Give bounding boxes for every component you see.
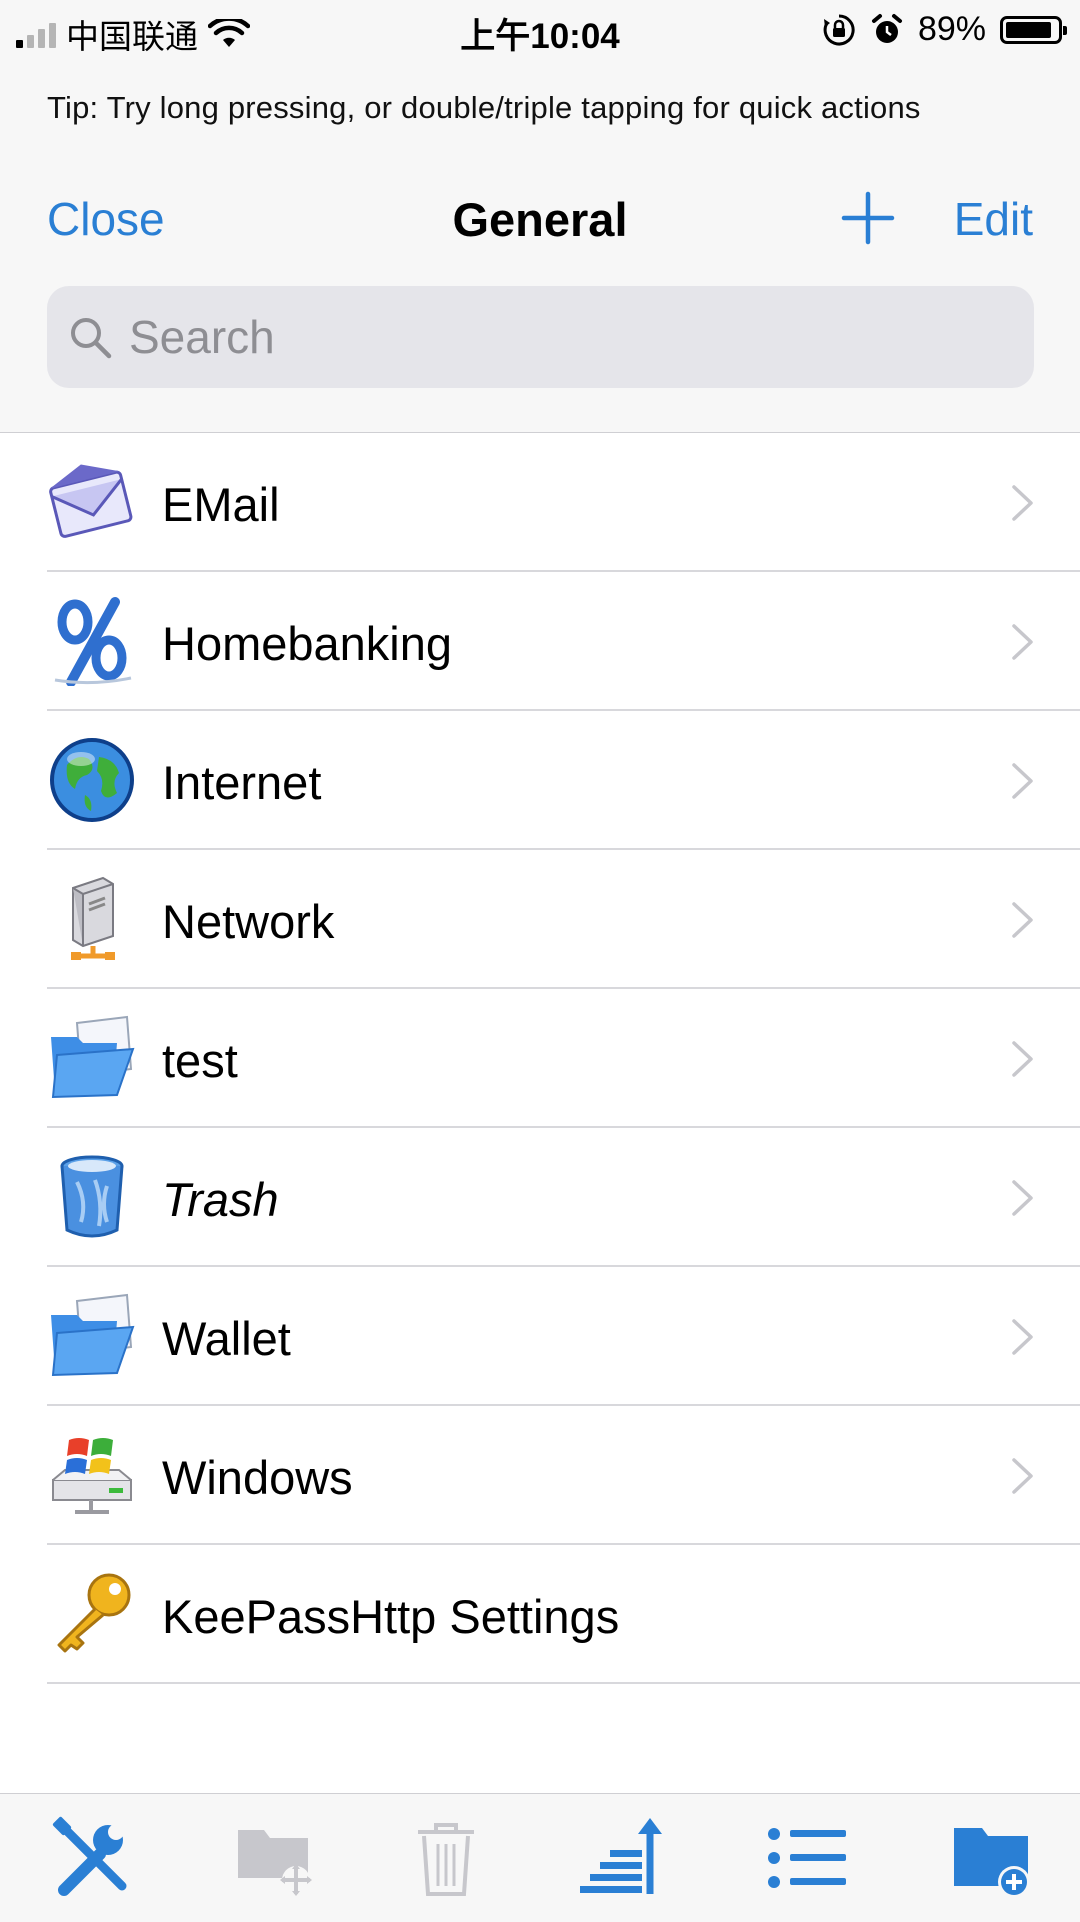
server-icon: [47, 874, 137, 964]
folder-icon: [47, 1291, 137, 1381]
chevron-right-icon: [1010, 1456, 1036, 1496]
search-bar[interactable]: [47, 286, 1034, 388]
chevron-right-icon: [1010, 900, 1036, 940]
list-item[interactable]: Network: [0, 850, 1080, 989]
list-item[interactable]: Homebanking: [0, 572, 1080, 711]
navigation-header: 中国联通 上午10:04 89% Tip: Try long pressing,…: [0, 0, 1080, 433]
trash-icon: [418, 1823, 474, 1896]
list-item[interactable]: Windows: [0, 1406, 1080, 1545]
battery-icon: [1000, 15, 1067, 44]
list-item-label: Wallet: [162, 1312, 291, 1365]
battery-percent: 89%: [917, 10, 986, 48]
move-folder-icon: [238, 1830, 312, 1896]
list-item-label: Trash: [162, 1173, 279, 1226]
sort-icon[interactable]: [578, 1816, 662, 1900]
list-item[interactable]: Wallet: [0, 1267, 1080, 1406]
list-item-label: test: [162, 1034, 238, 1087]
trash-bin-icon: [47, 1152, 137, 1242]
status-bar: 中国联通 上午10:04 89%: [0, 0, 1080, 60]
list-item[interactable]: Internet: [0, 711, 1080, 850]
battery-level: [1006, 21, 1051, 38]
folder-icon: [47, 1013, 137, 1103]
new-folder-icon[interactable]: [950, 1816, 1034, 1900]
plus-icon[interactable]: [840, 190, 896, 246]
rotation-lock-icon: [823, 13, 855, 45]
tools-icon[interactable]: [48, 1816, 132, 1900]
page-title: General: [452, 193, 628, 246]
globe-icon: [47, 735, 137, 825]
alarm-icon: [871, 13, 902, 43]
key-icon: [47, 1569, 137, 1659]
search-input[interactable]: [129, 286, 1009, 388]
status-right: 89%: [822, 10, 1067, 49]
search-icon: [71, 318, 112, 359]
list-item-label: EMail: [162, 478, 280, 531]
edit-button[interactable]: Edit: [954, 192, 1033, 246]
windows-drive-icon: [47, 1430, 137, 1520]
chevron-right-icon: [1010, 761, 1036, 801]
group-list: EMail Homebanking Internet Network test Trash…: [0, 433, 1080, 1684]
row-separator: [47, 1682, 1080, 1684]
chevron-right-icon: [1010, 1317, 1036, 1357]
chevron-right-icon: [1010, 1178, 1036, 1218]
percent-icon: [47, 596, 137, 687]
chevron-right-icon: [1010, 483, 1036, 523]
list-item[interactable]: test: [0, 989, 1080, 1128]
list-icon[interactable]: [764, 1816, 848, 1900]
list-item-label: Homebanking: [162, 617, 453, 670]
list-item[interactable]: EMail: [0, 433, 1080, 572]
list-item-label: Windows: [162, 1451, 353, 1504]
list-item[interactable]: Trash: [0, 1128, 1080, 1267]
tip-text: Tip: Try long pressing, or double/triple…: [47, 90, 921, 125]
chevron-right-icon: [1010, 622, 1036, 662]
chevron-right-icon: [1010, 1039, 1036, 1079]
list-item-label: Network: [162, 895, 335, 948]
bottom-toolbar: [0, 1793, 1080, 1922]
envelope-icon: [47, 457, 137, 547]
list-item[interactable]: KeePassHttp Settings: [0, 1545, 1080, 1684]
list-item-label: Internet: [162, 756, 322, 809]
list-item-label: KeePassHttp Settings: [162, 1590, 620, 1643]
